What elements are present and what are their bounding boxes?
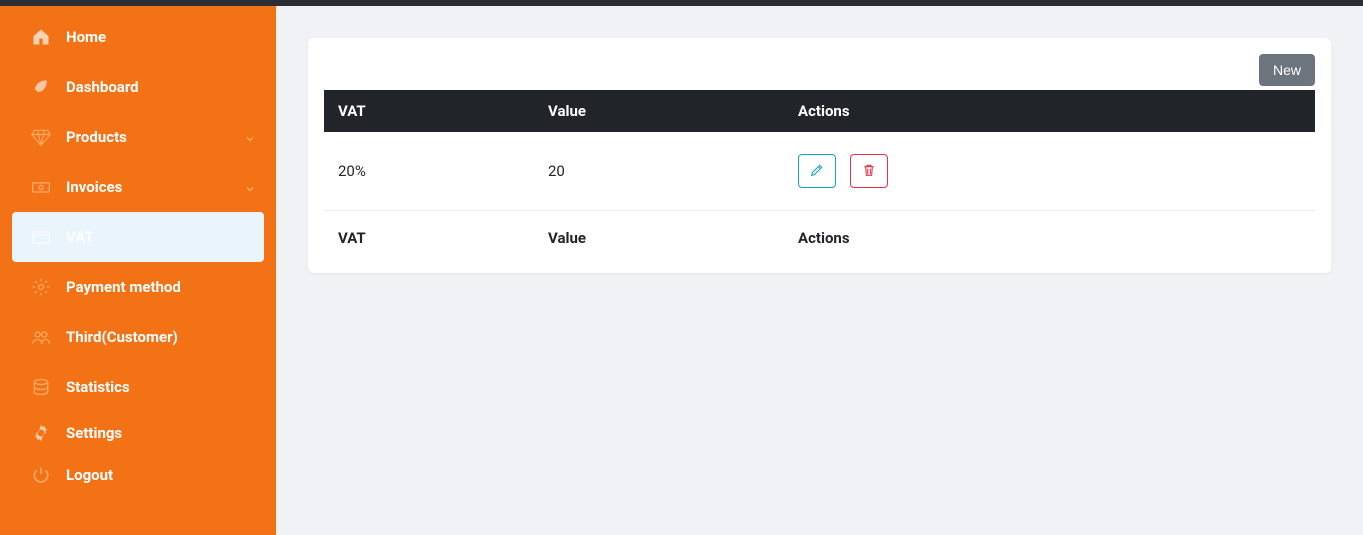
cash-icon: [30, 176, 52, 198]
sidebar-item-vat[interactable]: VAT: [12, 212, 264, 262]
diamond-icon: [30, 126, 52, 148]
sidebar-item-label: Invoices: [66, 178, 244, 196]
card-icon: [30, 226, 52, 248]
sidebar-item-home[interactable]: Home: [0, 12, 276, 62]
gear-outline-icon: [30, 276, 52, 298]
home-icon: [30, 26, 52, 48]
table-row: 20% 20: [324, 132, 1315, 211]
sidebar-item-label: Home: [66, 28, 256, 46]
table-header-row: VAT Value Actions: [324, 90, 1315, 132]
sidebar-item-label: Settings: [66, 424, 256, 442]
users-icon: [30, 326, 52, 348]
vat-card: New VAT Value Actions 20% 20: [308, 38, 1331, 273]
layout: Home Dashboard Products Invoices: [0, 6, 1363, 535]
th-actions: Actions: [784, 90, 1315, 132]
sidebar-item-dashboard[interactable]: Dashboard: [0, 62, 276, 112]
edit-button[interactable]: [798, 154, 836, 188]
sidebar-item-third-customer[interactable]: Third(Customer): [0, 312, 276, 362]
th-value: Value: [534, 90, 784, 132]
sidebar-item-label: Third(Customer): [66, 328, 256, 346]
new-button[interactable]: New: [1259, 54, 1315, 86]
sidebar-item-invoices[interactable]: Invoices: [0, 162, 276, 212]
table-footer-row: VAT Value Actions: [324, 211, 1315, 258]
tf-vat: VAT: [324, 211, 534, 258]
delete-button[interactable]: [850, 154, 888, 188]
pencil-icon: [809, 162, 825, 181]
sidebar-item-settings[interactable]: Settings: [0, 412, 276, 454]
cog-icon: [30, 422, 52, 444]
cell-value: 20: [534, 132, 784, 211]
cell-vat: 20%: [324, 132, 534, 211]
sidebar-item-products[interactable]: Products: [0, 112, 276, 162]
tf-actions: Actions: [784, 211, 1315, 258]
vat-table: VAT Value Actions 20% 20: [324, 90, 1315, 257]
sidebar-item-payment-method[interactable]: Payment method: [0, 262, 276, 312]
sidebar-item-label: Logout: [66, 466, 256, 484]
main-content: New VAT Value Actions 20% 20: [276, 6, 1363, 535]
sidebar-item-label: Products: [66, 128, 244, 146]
sidebar-item-label: Payment method: [66, 278, 256, 296]
tf-value: Value: [534, 211, 784, 258]
sidebar-item-label: Statistics: [66, 378, 256, 396]
database-icon: [30, 376, 52, 398]
trash-icon: [861, 162, 877, 181]
chevron-down-icon: [244, 181, 256, 193]
cell-actions: [784, 132, 1315, 211]
chevron-down-icon: [244, 131, 256, 143]
sidebar-item-logout[interactable]: Logout: [0, 454, 276, 496]
sidebar-item-statistics[interactable]: Statistics: [0, 362, 276, 412]
sidebar-item-label: Dashboard: [66, 78, 256, 96]
sidebar-item-label: VAT: [66, 228, 254, 246]
th-vat: VAT: [324, 90, 534, 132]
power-icon: [30, 464, 52, 486]
sidebar: Home Dashboard Products Invoices: [0, 6, 276, 535]
rocket-icon: [30, 76, 52, 98]
